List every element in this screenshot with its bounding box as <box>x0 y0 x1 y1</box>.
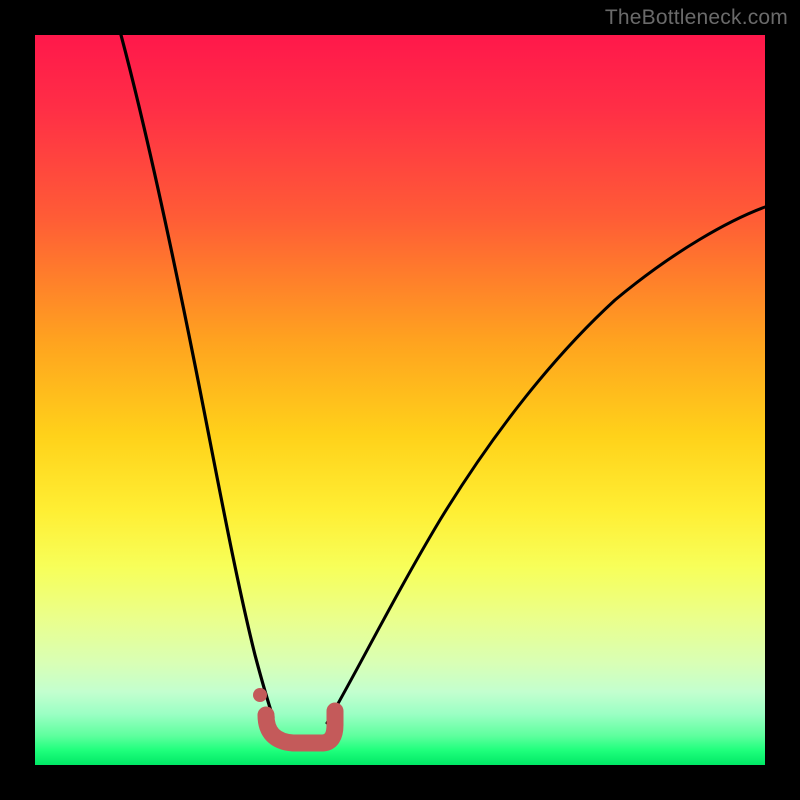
watermark-text: TheBottleneck.com <box>605 6 788 30</box>
valley-marker <box>253 688 335 743</box>
curve-left-branch <box>121 35 273 717</box>
plot-area <box>35 35 765 765</box>
bottleneck-curve <box>35 35 765 765</box>
curve-right-branch <box>327 207 765 723</box>
chart-frame: TheBottleneck.com <box>0 0 800 800</box>
